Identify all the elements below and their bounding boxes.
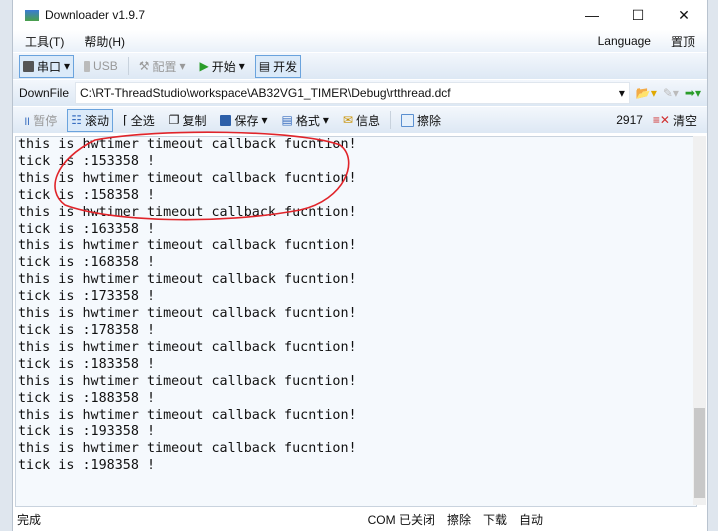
com-status: COM 已关闭 <box>367 512 435 527</box>
downfile-path: C:\RT-ThreadStudio\workspace\AB32VG1_TIM… <box>80 86 451 100</box>
toolbar-console: ॥ 暂停 ☷ 滚动 ⌈ 全选 ❐ 复制 保存 ▾ ▤ 格式 ▾ ✉ 信息 擦除 2917 ≡… <box>13 106 707 133</box>
chevron-down-icon: ▾ <box>618 86 625 100</box>
console-line: this is hwtimer timeout callback fucntio… <box>18 137 357 152</box>
downfile-label: DownFile <box>19 86 70 100</box>
window-title: Downloader v1.9.7 <box>45 8 146 22</box>
minimize-button[interactable]: — <box>569 7 615 24</box>
start-button[interactable]: ▶ 开始 ▾ <box>196 55 249 78</box>
select-all-label: 全选 <box>130 113 155 128</box>
console-line: this is hwtimer timeout callback fucntio… <box>18 306 357 322</box>
checkbox-icon <box>401 113 414 127</box>
menu-help[interactable]: 帮助(H) <box>84 33 125 50</box>
document-icon: ▤ <box>258 59 271 73</box>
console-line: this is hwtimer timeout callback fucntio… <box>18 441 357 457</box>
line-count: 2917 <box>616 113 643 127</box>
scroll-button[interactable]: ☷ 滚动 <box>67 108 113 132</box>
menu-pin[interactable]: 置顶 <box>671 33 695 50</box>
console-line: tick is :198358 ! <box>18 458 156 474</box>
clear-label: 清空 <box>672 113 697 128</box>
downloader-window: Downloader v1.9.7 — ☐ ✕ 工具(T) 帮助(H) Lang… <box>12 0 708 531</box>
folder-open-icon[interactable]: 📂▾ <box>636 86 657 100</box>
console-line: tick is :178358 ! <box>18 322 156 338</box>
start-label: 开始 <box>211 59 236 74</box>
clear-button[interactable]: ≡✕ 清空 <box>649 109 701 132</box>
select-all-icon: ⌈ <box>123 113 128 127</box>
console-line: this is hwtimer timeout callback fucntio… <box>18 373 357 389</box>
menu-tools[interactable]: 工具(T) <box>25 33 64 50</box>
save-icon <box>220 114 232 126</box>
console-line: tick is :173358 ! <box>18 289 156 305</box>
console-line: tick is :193358 ! <box>18 424 156 440</box>
info-icon: ✉ <box>342 113 353 127</box>
console-output[interactable]: this is hwtimer timeout callback fucntio… <box>15 136 697 507</box>
copy-icon: ❐ <box>168 113 180 127</box>
menu-bar: 工具(T) 帮助(H) Language 置顶 <box>13 30 707 52</box>
format-icon: ▤ <box>281 113 293 127</box>
scroll-icon: ☷ <box>71 113 82 127</box>
select-all-button[interactable]: ⌈ 全选 <box>119 109 159 132</box>
status-auto: 自动 <box>518 512 543 527</box>
usb-icon <box>84 60 91 72</box>
erase-button[interactable]: 擦除 <box>397 109 445 132</box>
pause-icon: ॥ <box>23 113 31 128</box>
scroll-label: 滚动 <box>84 113 109 128</box>
usb-button[interactable]: USB <box>80 56 122 76</box>
toolbar-main: 串口 ▾ USB ⚒ 配置 ▾ ▶ 开始 ▾ ▤ 开发 <box>13 52 707 79</box>
title-bar: Downloader v1.9.7 — ☐ ✕ <box>13 0 707 30</box>
close-button[interactable]: ✕ <box>661 7 707 24</box>
console-line: this is hwtimer timeout callback fucntio… <box>18 204 357 220</box>
info-button[interactable]: ✉ 信息 <box>339 109 384 132</box>
downfile-bar: DownFile C:\RT-ThreadStudio\workspace\AB… <box>13 79 707 106</box>
status-download: 下载 <box>482 512 507 527</box>
downfile-path-select[interactable]: C:\RT-ThreadStudio\workspace\AB32VG1_TIM… <box>75 82 630 104</box>
clear-icon: ≡✕ <box>652 113 670 127</box>
console-line: tick is :188358 ! <box>18 390 156 406</box>
console-line: this is hwtimer timeout callback fucntio… <box>18 272 357 288</box>
erase-label: 擦除 <box>417 113 442 128</box>
format-button[interactable]: ▤ 格式 ▾ <box>278 109 333 132</box>
console-line: tick is :158358 ! <box>18 187 156 203</box>
save-label: 保存 <box>234 113 259 128</box>
develop-button[interactable]: ▤ 开发 <box>254 54 302 78</box>
save-button[interactable]: 保存 ▾ <box>216 109 271 132</box>
serial-label: 串口 <box>37 59 62 74</box>
play-icon: ▶ <box>199 59 209 73</box>
tools-icon: ⚒ <box>138 59 150 73</box>
serial-port-icon <box>23 60 34 72</box>
pen-icon[interactable]: ✎▾ <box>663 86 679 100</box>
menu-language[interactable]: Language <box>598 34 651 48</box>
console-scrollbar[interactable] <box>693 136 706 505</box>
status-bar: 完成 COM 已关闭 擦除 下载 自动 <box>13 508 707 530</box>
config-button[interactable]: ⚒ 配置 ▾ <box>135 55 190 78</box>
maximize-button[interactable]: ☐ <box>615 7 661 24</box>
download-arrow-icon[interactable]: ➡▾ <box>685 86 701 100</box>
pause-label: 暂停 <box>33 113 58 128</box>
divider <box>127 57 129 75</box>
usb-label: USB <box>93 59 118 73</box>
console-line: tick is :153358 ! <box>18 153 156 169</box>
config-label: 配置 <box>152 59 177 74</box>
console-line: this is hwtimer timeout callback fucntio… <box>18 407 357 423</box>
status-erase: 擦除 <box>446 512 471 527</box>
copy-label: 复制 <box>182 113 207 128</box>
pause-button[interactable]: ॥ 暂停 <box>19 109 61 132</box>
format-label: 格式 <box>295 113 320 128</box>
divider <box>390 111 391 129</box>
serial-button[interactable]: 串口 ▾ <box>19 54 75 78</box>
console-line: this is hwtimer timeout callback fucntio… <box>18 170 357 186</box>
console-line: tick is :168358 ! <box>18 255 156 271</box>
console-line: tick is :163358 ! <box>18 221 156 237</box>
scrollbar-thumb[interactable] <box>694 408 705 498</box>
console-line: this is hwtimer timeout callback fucntio… <box>18 238 357 254</box>
info-label: 信息 <box>355 113 380 128</box>
develop-label: 开发 <box>273 59 298 74</box>
status-text: 完成 <box>17 512 42 527</box>
copy-button[interactable]: ❐ 复制 <box>165 109 211 132</box>
console-line: tick is :183358 ! <box>18 356 156 372</box>
console-line: this is hwtimer timeout callback fucntio… <box>18 339 357 355</box>
app-icon <box>25 9 39 21</box>
